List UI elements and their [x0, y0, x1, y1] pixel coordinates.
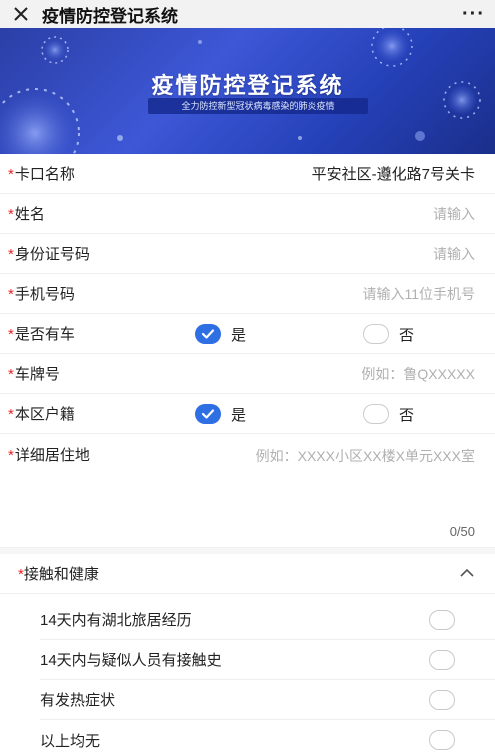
health-option-hubei[interactable]: 14天内有湖北旅居经历: [40, 600, 495, 640]
radio-empty-icon[interactable]: [363, 324, 389, 344]
more-menu-button[interactable]: ···: [462, 3, 485, 26]
local-household-yes-label: 是: [231, 406, 247, 424]
address-label: *详细居住地: [8, 447, 90, 464]
id-number-input[interactable]: 请输入: [433, 244, 475, 264]
plate-row: *车牌号 例如：鲁QXXXXX: [0, 354, 495, 394]
phone-label: *手机号码: [8, 286, 75, 303]
radio-empty-icon[interactable]: [429, 649, 455, 670]
health-option-none[interactable]: 以上均无: [40, 720, 495, 753]
registration-form: *卡口名称 平安社区-遵化路7号关卡 *姓名 请输入 *身份证号码 请输入 *手…: [0, 154, 495, 753]
checkpoint-row: *卡口名称 平安社区-遵化路7号关卡: [0, 154, 495, 194]
radio-empty-icon[interactable]: [363, 404, 389, 424]
close-icon[interactable]: [10, 3, 32, 25]
address-row: *详细居住地 例如：XXXX小区XX楼X单元XXX室 0/50: [0, 434, 495, 548]
banner-subtitle: 全力防控新型冠状病毒感染的肺炎疫情: [148, 98, 368, 114]
id-number-row: *身份证号码 请输入: [0, 234, 495, 274]
local-household-no-option[interactable]: 否: [363, 404, 414, 425]
local-household-no-label: 否: [399, 406, 415, 424]
local-household-radio-group: 是 否: [195, 394, 414, 434]
has-car-yes-label: 是: [231, 326, 247, 344]
checkpoint-label: *卡口名称: [8, 166, 75, 183]
has-car-no-option[interactable]: 否: [363, 324, 414, 345]
hero-banner: 疫情防控登记系统 全力防控新型冠状病毒感染的肺炎疫情: [0, 28, 495, 154]
phone-row: *手机号码 请输入11位手机号: [0, 274, 495, 314]
radio-empty-icon[interactable]: [429, 689, 455, 710]
phone-input[interactable]: 请输入11位手机号: [362, 284, 475, 304]
health-section-label: *接触和健康: [18, 566, 99, 583]
health-option-label: 以上均无: [40, 732, 101, 750]
banner-title: 疫情防控登记系统: [151, 73, 344, 98]
radio-empty-icon[interactable]: [429, 609, 455, 630]
local-household-yes-option[interactable]: 是: [195, 404, 363, 425]
id-number-label: *身份证号码: [8, 246, 90, 263]
has-car-row: *是否有车 是 否: [0, 314, 495, 354]
has-car-label: *是否有车: [8, 326, 75, 343]
has-car-radio-group: 是 否: [195, 314, 414, 354]
radio-empty-icon[interactable]: [429, 730, 455, 750]
name-input[interactable]: 请输入: [433, 204, 475, 224]
plate-label: *车牌号: [8, 366, 60, 383]
local-household-label: *本区户籍: [8, 406, 75, 423]
health-option-contact[interactable]: 14天内与疑似人员有接触史: [40, 640, 495, 680]
name-row: *姓名 请输入: [0, 194, 495, 234]
health-option-label: 14天内与疑似人员有接触史: [40, 652, 222, 669]
checkpoint-value[interactable]: 平安社区-遵化路7号关卡: [312, 163, 475, 184]
address-textarea[interactable]: 例如：XXXX小区XX楼X单元XXX室: [256, 446, 475, 466]
checkmark-icon[interactable]: [195, 324, 221, 344]
plate-input[interactable]: 例如：鲁QXXXXX: [361, 364, 475, 384]
window-title: 疫情防控登记系统: [42, 6, 178, 26]
local-household-row: *本区户籍 是 否: [0, 394, 495, 434]
checkmark-icon[interactable]: [195, 404, 221, 424]
address-char-counter: 0/50: [449, 524, 475, 539]
name-label: *姓名: [8, 206, 45, 223]
health-option-label: 有发热症状: [40, 692, 116, 709]
health-option-label: 14天内有湖北旅居经历: [40, 612, 192, 629]
health-section-header[interactable]: *接触和健康: [0, 554, 495, 594]
top-bar: 疫情防控登记系统 ···: [0, 0, 495, 28]
has-car-yes-option[interactable]: 是: [195, 324, 363, 345]
health-option-fever[interactable]: 有发热症状: [40, 680, 495, 720]
has-car-no-label: 否: [399, 326, 415, 344]
chevron-up-icon[interactable]: [459, 565, 475, 583]
